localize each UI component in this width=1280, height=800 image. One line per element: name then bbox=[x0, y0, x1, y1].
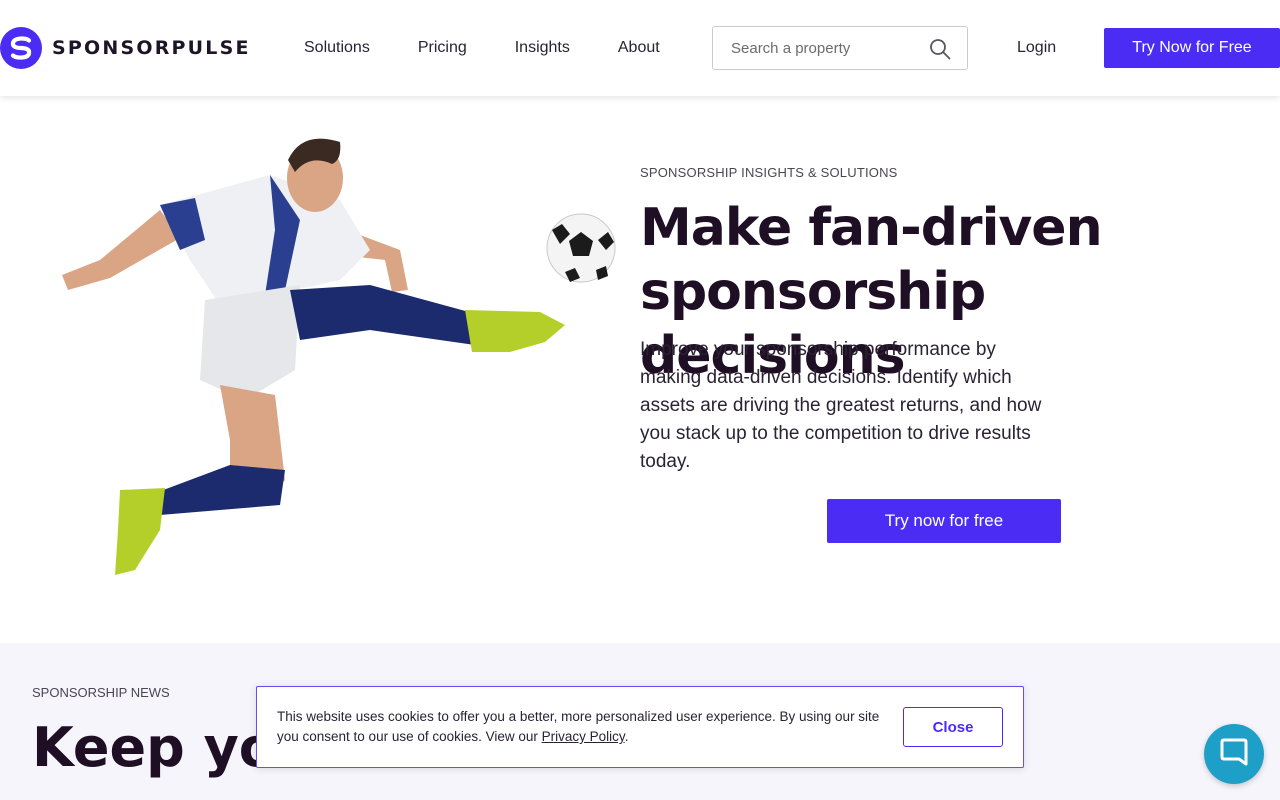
try-now-header-button[interactable]: Try Now for Free bbox=[1104, 28, 1280, 68]
news-eyebrow: SPONSORSHIP NEWS bbox=[32, 685, 170, 700]
main-nav: Solutions Pricing Insights About bbox=[304, 38, 708, 58]
nav-item-solutions[interactable]: Solutions bbox=[304, 38, 370, 58]
nav-item-pricing[interactable]: Pricing bbox=[418, 38, 467, 58]
search-input[interactable] bbox=[713, 27, 923, 69]
hero-image-soccer-player bbox=[62, 138, 616, 575]
chat-launcher-button[interactable] bbox=[1204, 724, 1264, 784]
logo[interactable]: SPONSORPULSE bbox=[0, 27, 251, 69]
chat-icon bbox=[1220, 738, 1248, 766]
site-header: SPONSORPULSE Solutions Pricing Insights … bbox=[0, 0, 1280, 96]
cookie-period: . bbox=[624, 729, 629, 744]
try-now-hero-button[interactable]: Try now for free bbox=[827, 499, 1061, 543]
logo-icon bbox=[0, 27, 42, 69]
login-link[interactable]: Login bbox=[1017, 39, 1056, 57]
nav-item-insights[interactable]: Insights bbox=[515, 38, 570, 58]
cookie-banner: This website uses cookies to offer you a… bbox=[256, 686, 1024, 768]
search-box bbox=[712, 26, 968, 70]
hero-description: Improve your sponsorship performance by … bbox=[640, 339, 1042, 472]
brand-name: SPONSORPULSE bbox=[52, 37, 251, 59]
cookie-close-button[interactable]: Close bbox=[903, 707, 1003, 747]
search-icon[interactable] bbox=[929, 38, 951, 60]
privacy-policy-link[interactable]: Privacy Policy bbox=[542, 729, 625, 744]
hero-eyebrow: SPONSORSHIP INSIGHTS & SOLUTIONS bbox=[640, 165, 898, 180]
cookie-text: This website uses cookies to offer you a… bbox=[277, 707, 897, 747]
nav-item-about[interactable]: About bbox=[618, 38, 660, 58]
